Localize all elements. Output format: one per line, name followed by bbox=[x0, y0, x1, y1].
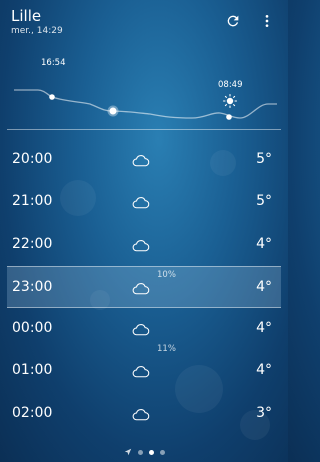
hour-temperature: 5° bbox=[256, 193, 272, 210]
hourly-row[interactable]: 20:00 5° bbox=[0, 139, 288, 181]
sun-curve-chart: 16:54 08:49 bbox=[0, 50, 288, 132]
hour-time: 23:00 bbox=[12, 278, 53, 295]
overflow-menu-button[interactable] bbox=[256, 10, 278, 32]
hour-time: 22:00 bbox=[12, 235, 53, 252]
sun-icon bbox=[222, 93, 238, 109]
cloud-icon bbox=[132, 237, 150, 256]
hour-time: 00:00 bbox=[12, 320, 53, 337]
hourly-row[interactable]: 22:00 4° bbox=[0, 224, 288, 266]
hour-temperature: 4° bbox=[256, 362, 272, 379]
more-vert-icon bbox=[265, 15, 269, 27]
hour-temperature: 3° bbox=[256, 404, 272, 421]
cloud-icon bbox=[132, 194, 150, 213]
cloud-icon bbox=[132, 406, 150, 425]
hour-time: 20:00 bbox=[12, 151, 53, 167]
hourly-row[interactable]: 21:00 5° bbox=[0, 181, 288, 223]
hourly-row[interactable]: 02:00 3° bbox=[0, 393, 288, 435]
precip-chance: 10% bbox=[157, 269, 176, 280]
cloud-icon bbox=[132, 321, 150, 340]
divider bbox=[7, 129, 281, 130]
cloud-icon bbox=[132, 280, 150, 299]
sunrise-time: 08:49 bbox=[218, 80, 243, 90]
hourly-forecast-list: 20:00 5° 21:00 5° 22:00 4° 23:00 10% 4° … bbox=[0, 139, 288, 435]
hourly-row[interactable]: 01:00 11% 4° bbox=[0, 344, 288, 392]
page-dot[interactable] bbox=[137, 449, 143, 455]
page-indicator bbox=[0, 446, 288, 458]
city-name: Lille bbox=[11, 7, 42, 25]
page-dot[interactable] bbox=[159, 449, 165, 455]
precip-chance: 11% bbox=[157, 344, 176, 355]
hourly-row-selected[interactable]: 23:00 10% 4° bbox=[7, 265, 281, 309]
app-header: Lille mer., 14:29 bbox=[0, 0, 288, 44]
hour-time: 02:00 bbox=[12, 404, 53, 421]
hour-time: 21:00 bbox=[12, 193, 53, 210]
hourly-row[interactable]: 00:00 4° bbox=[0, 308, 288, 350]
location-arrow-icon[interactable] bbox=[124, 448, 132, 456]
last-updated: mer., 14:29 bbox=[11, 26, 63, 36]
hour-time: 01:00 bbox=[12, 362, 53, 379]
hour-temperature: 4° bbox=[256, 235, 272, 252]
refresh-button[interactable] bbox=[222, 10, 244, 32]
sunrise-point bbox=[226, 114, 232, 120]
moon-icon bbox=[52, 75, 61, 85]
hour-temperature: 4° bbox=[256, 320, 272, 337]
refresh-icon bbox=[227, 15, 239, 27]
hour-temperature: 5° bbox=[256, 151, 272, 167]
sunset-point bbox=[49, 94, 55, 100]
page-dot-active[interactable] bbox=[148, 449, 154, 455]
cloud-icon bbox=[132, 152, 150, 171]
sunset-time: 16:54 bbox=[41, 58, 66, 68]
hour-temperature: 4° bbox=[256, 278, 272, 295]
cloud-icon bbox=[132, 363, 150, 382]
